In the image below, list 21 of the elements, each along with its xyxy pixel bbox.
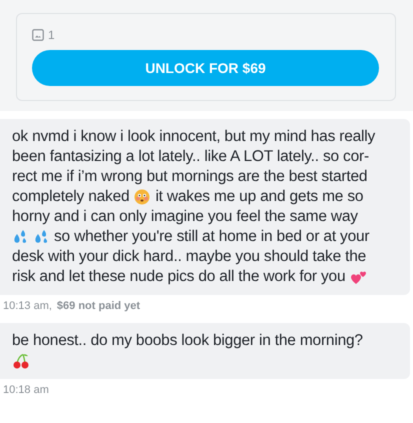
message-text: completely naked <box>12 188 130 206</box>
message-text: so whether you're still at home in bed or at your <box>54 228 370 246</box>
unlock-button[interactable]: UNLOCK FOR $69 <box>32 50 379 86</box>
droplets-icon <box>12 229 28 245</box>
message-text: ok nvmd i know i look innocent, but my mind has really <box>12 128 376 146</box>
message-time: 10:18 am <box>3 384 49 396</box>
message-text: desk with your dick hard.. maybe you should take the <box>12 248 366 266</box>
hearts-icon <box>350 269 368 285</box>
media-count: 1 <box>48 28 55 42</box>
message-text: rect me if i’m wrong but mornings are the best started <box>12 168 368 186</box>
flushed-face-icon <box>134 189 150 205</box>
droplets-icon <box>33 229 49 245</box>
cherries-icon <box>12 353 30 369</box>
message-time: 10:13 am, <box>3 300 52 312</box>
image-icon <box>32 29 44 41</box>
payment-status: $69 not paid yet <box>56 300 140 312</box>
message-text: horny and i can only imagine you feel the same way <box>12 208 358 226</box>
message-text: be honest.. do my boobs look bigger in the morning? <box>12 332 363 350</box>
message-text: it wakes me up and gets me so <box>155 188 364 206</box>
message-text: risk and let these nude pics do all the work for you <box>12 268 346 286</box>
message-text: been fantasizing a lot lately.. like A LOT lately.. so cor- <box>12 148 369 166</box>
